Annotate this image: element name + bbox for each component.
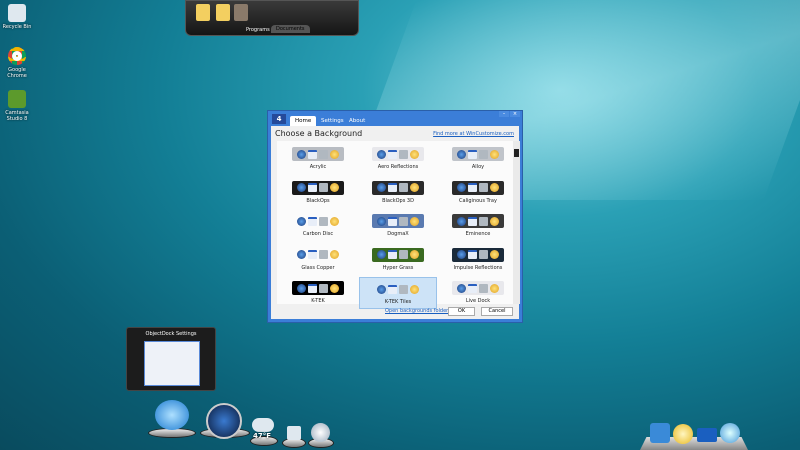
stack-tab-documents[interactable]: Documents [271, 25, 310, 33]
title-bar: 4 Home Settings About – × [268, 111, 522, 126]
page-title: Choose a Background [275, 129, 363, 138]
background-option[interactable]: Alloy [439, 143, 517, 175]
chrome-icon [8, 47, 26, 65]
background-option[interactable]: Eminence [439, 210, 517, 242]
docklet-stack: Programs Documents [185, 0, 359, 36]
weather-temperature: 47°F [253, 432, 272, 440]
background-option-label: BlackOps [306, 197, 330, 204]
background-option-label: Caliginous Tray [459, 197, 497, 204]
background-option[interactable]: Aero Reflections [359, 143, 437, 175]
background-option[interactable]: DogmaX [359, 210, 437, 242]
background-option[interactable]: Caliginous Tray [439, 177, 517, 209]
folder-icon[interactable] [196, 4, 210, 21]
recycle-bin-icon [8, 4, 26, 22]
dock-preview-image [292, 248, 344, 262]
background-option-label: K-TEK [311, 298, 325, 304]
dialog-body: Choose a Background Find more at WinCust… [271, 126, 520, 319]
camtasia-icon [8, 90, 26, 108]
objectdock-logo: 4 [272, 114, 286, 124]
dock-preview-image [372, 282, 424, 296]
background-list: Acrylic Aero Reflections Alloy BlackOps Blac… [277, 141, 520, 309]
background-option[interactable]: BlackOps 3D [359, 177, 437, 209]
dock-preview-image [292, 281, 344, 295]
background-option-label: Carbon Disc [302, 231, 334, 237]
desktop-icon-label: Google Chrome [7, 67, 27, 79]
dock-preview-image [452, 180, 504, 195]
dock-preview-image [372, 214, 424, 228]
orb-icon[interactable] [673, 424, 693, 444]
background-option-label: Aero Reflections [377, 164, 419, 170]
background-option[interactable]: K-TEK [279, 277, 357, 309]
cancel-button[interactable]: Cancel [481, 307, 513, 316]
tab-about[interactable]: About [344, 116, 370, 126]
weather-cloud-icon[interactable] [252, 418, 274, 432]
background-option-label: DogmaX [387, 231, 409, 237]
close-button[interactable]: × [510, 111, 520, 117]
open-backgrounds-folder-link[interactable]: Open backgrounds folder [385, 308, 448, 314]
background-option[interactable]: Carbon Disc [279, 210, 357, 242]
tab-home[interactable]: Home [290, 116, 317, 126]
background-option-label: Live Dock [465, 298, 491, 304]
background-option[interactable]: Acrylic [279, 143, 357, 175]
minimize-button[interactable]: – [499, 111, 509, 117]
dock-preview-image [452, 214, 504, 228]
background-option-label: Alloy [471, 164, 485, 170]
dock-preview-image [452, 281, 504, 295]
dock-preview-image [292, 214, 344, 228]
taskbar-thumbnail-preview[interactable]: ObjectDock Settings [126, 327, 216, 391]
recycle-bin-dock-icon[interactable] [287, 426, 301, 440]
dock-preview-image [292, 180, 344, 195]
dock-preview-image [452, 247, 504, 262]
background-option-label: Glass Copper [301, 264, 335, 271]
dock-preview-image [292, 147, 344, 161]
dock-preview-image [372, 247, 424, 262]
find-more-link[interactable]: Find more at WinCustomize.com [433, 131, 514, 137]
desktop-icon-label: Camtasia Studio 8 [5, 110, 29, 122]
background-option-label: Eminence [465, 231, 491, 237]
desktop-icon-chrome[interactable]: Google Chrome [2, 47, 32, 79]
desktop-icon-recycle-bin[interactable]: Recycle Bin [2, 4, 32, 30]
background-option[interactable]: Impulse Reflections [439, 244, 517, 276]
background-option[interactable]: Glass Copper [279, 244, 357, 276]
objectdock-settings-window: 4 Home Settings About – × Choose a Backg… [267, 110, 523, 323]
objectdock-icon[interactable] [155, 400, 189, 430]
background-option[interactable]: K-TEK Tiles [359, 277, 437, 309]
pictures-folder-icon[interactable] [216, 4, 230, 21]
internet-explorer-icon[interactable] [720, 423, 740, 443]
start-menu-icon[interactable] [206, 403, 242, 439]
ok-button[interactable]: OK [448, 307, 475, 316]
background-option-label: BlackOps 3D [382, 197, 414, 204]
thumbnail-image [144, 341, 200, 386]
show-desktop-icon[interactable] [697, 428, 717, 442]
user-folder-icon[interactable] [234, 4, 248, 21]
background-option[interactable]: Hyper Grass [359, 244, 437, 276]
background-option-label: Acrylic [309, 164, 327, 170]
background-option[interactable]: Live Dock [439, 277, 517, 309]
clock-icon[interactable] [311, 423, 330, 442]
background-option-label: Hyper Grass [382, 264, 414, 271]
network-icon[interactable] [650, 423, 670, 443]
thumbnail-title: ObjectDock Settings [145, 331, 197, 337]
dock-preview-image [372, 147, 424, 161]
dock-preview-image [452, 147, 504, 161]
desktop-icon-camtasia[interactable]: Camtasia Studio 8 [2, 90, 32, 122]
background-option-label: Impulse Reflections [453, 264, 503, 271]
desktop-icon-label: Recycle Bin [2, 24, 32, 30]
background-option[interactable]: BlackOps [279, 177, 357, 209]
background-option-label: K-TEK Tiles [384, 299, 412, 305]
stack-tab-programs[interactable]: Programs [241, 25, 275, 35]
dock-preview-image [372, 180, 424, 195]
